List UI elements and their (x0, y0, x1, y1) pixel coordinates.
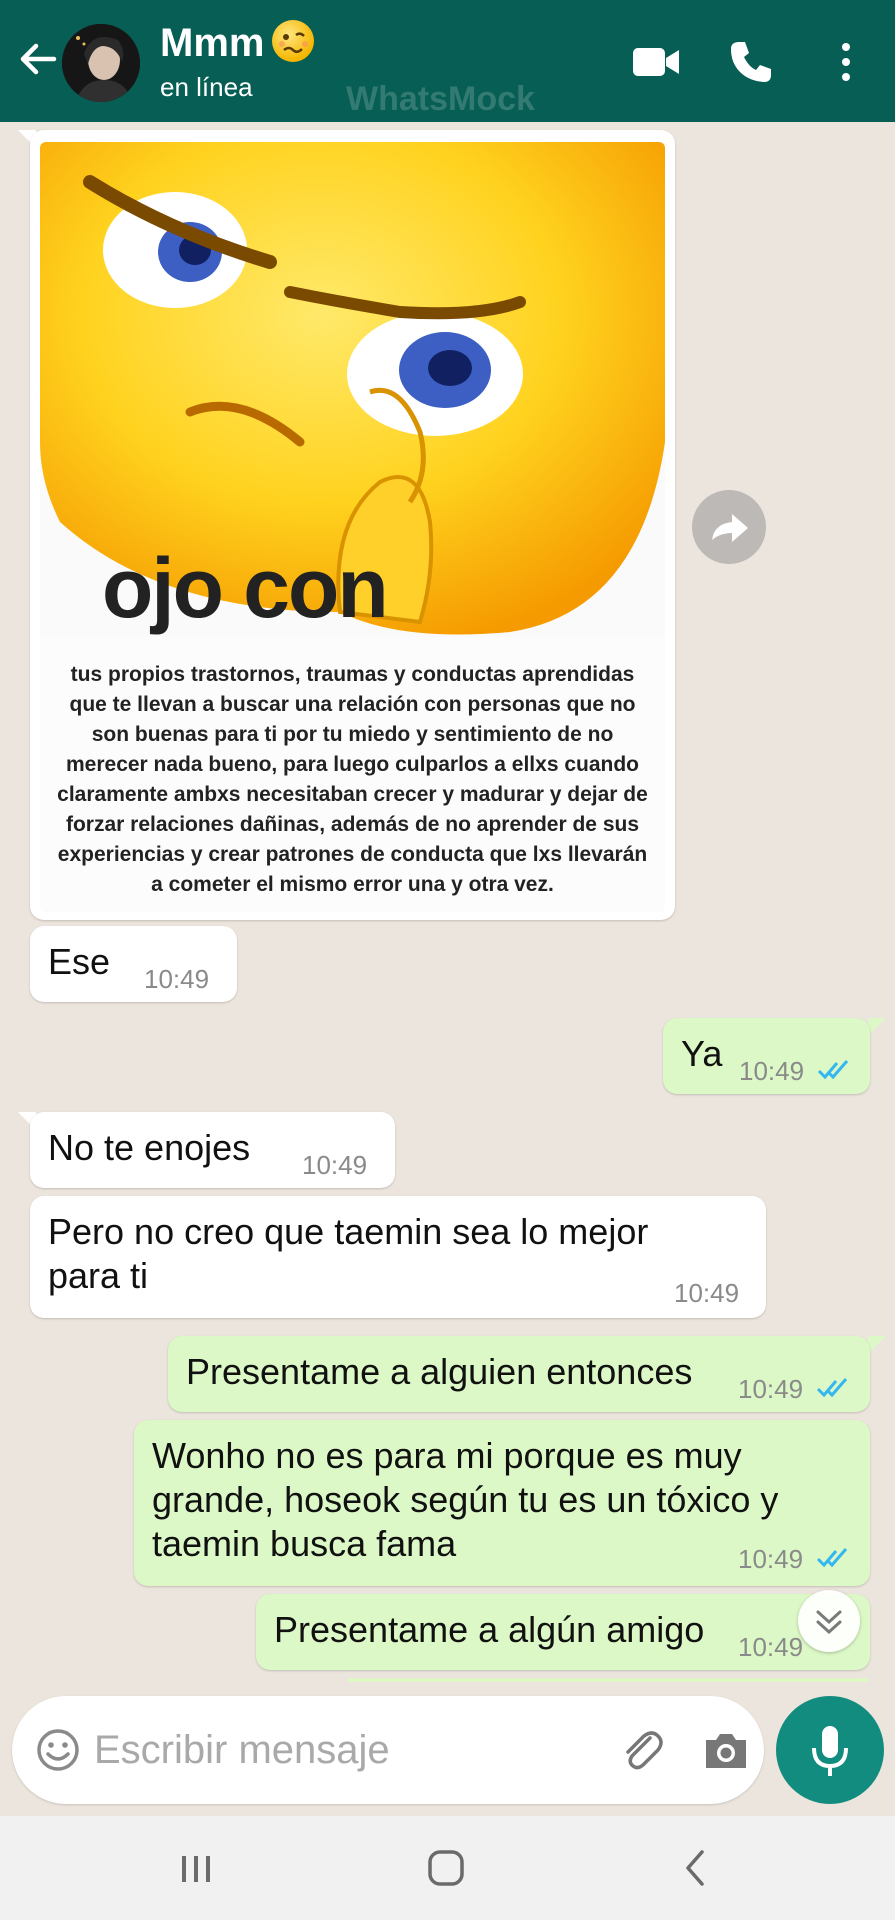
message-text: Ya (681, 1033, 723, 1074)
message-time: 10:49 (738, 1374, 804, 1404)
message-time: 10:49 (739, 1056, 805, 1086)
message-bubble-incoming[interactable]: Ese 10:49 (30, 926, 237, 1002)
message-text: Pero no creo que taemin sea lo mejor par… (48, 1211, 649, 1296)
chat-area[interactable]: ojo con tus propios trastornos, traumas … (0, 122, 895, 1682)
message-time: 10:49 (144, 964, 210, 994)
message-bubble-incoming[interactable]: No te enojes 10:49 (30, 1112, 395, 1188)
woozy-face-icon (272, 20, 315, 62)
system-nav-bar (0, 1816, 895, 1920)
read-ticks-icon (816, 1378, 848, 1398)
message-bubble-outgoing[interactable]: Presentame a alguien entonces 10:49 (168, 1336, 870, 1412)
back-nav-icon[interactable] (670, 1842, 722, 1894)
message-time: 10:49 (674, 1278, 740, 1308)
video-call-icon[interactable] (630, 36, 682, 88)
voice-record-button[interactable] (776, 1696, 884, 1804)
home-icon[interactable] (420, 1842, 472, 1894)
more-vertical-icon[interactable] (820, 36, 872, 88)
message-input[interactable] (94, 1716, 594, 1784)
watermark: WhatsMock (346, 80, 535, 118)
camera-icon[interactable] (700, 1724, 752, 1776)
bubble-tail (868, 1018, 886, 1036)
message-text: Presentame a algún amigo (274, 1609, 705, 1650)
message-text: Ese (48, 941, 111, 982)
message-bubble-incoming[interactable]: Pero no creo que taemin sea lo mejor par… (30, 1196, 766, 1318)
read-ticks-icon (817, 1060, 849, 1080)
contact-avatar[interactable] (62, 24, 140, 102)
meme-image[interactable]: ojo con tus propios trastornos, traumas … (40, 142, 665, 912)
meme-big-text: ojo con (102, 541, 389, 635)
message-text: Presentame a alguien entonces (186, 1351, 693, 1392)
image-message[interactable]: ojo con tus propios trastornos, traumas … (30, 130, 675, 920)
recent-apps-icon[interactable] (170, 1842, 222, 1894)
message-composer (12, 1696, 764, 1804)
read-ticks-icon (816, 1548, 848, 1568)
message-bubble-partial (346, 1678, 870, 1682)
bubble-tail (868, 1336, 886, 1354)
message-time: 10:49 (738, 1632, 804, 1662)
message-text: No te enojes (48, 1127, 251, 1168)
contact-name-text: Mmm (160, 21, 265, 65)
chat-header: Mmm en línea WhatsMock (0, 0, 895, 122)
scroll-to-bottom-button[interactable] (798, 1590, 860, 1652)
double-chevron-down-icon (816, 1610, 842, 1635)
back-arrow-icon[interactable] (14, 36, 60, 82)
contact-status: en línea (160, 72, 253, 102)
mic-icon (812, 1726, 848, 1776)
emoji-icon[interactable] (34, 1726, 82, 1774)
message-bubble-outgoing[interactable]: Wonho no es para mi porque es muy grande… (134, 1420, 870, 1586)
paperclip-icon[interactable] (616, 1724, 668, 1776)
phone-icon[interactable] (725, 36, 777, 88)
meme-small-text: tus propios trastornos, traumas y conduc… (57, 663, 648, 896)
forward-icon[interactable] (692, 490, 766, 564)
message-time: 10:49 (738, 1544, 804, 1574)
contact-name[interactable]: Mmm (160, 20, 315, 66)
message-time: 10:49 (302, 1150, 368, 1180)
message-bubble-outgoing[interactable]: Presentame a algún amigo 10:49 (256, 1594, 870, 1670)
message-bubble-outgoing[interactable]: Ya 10:49 (663, 1018, 870, 1094)
